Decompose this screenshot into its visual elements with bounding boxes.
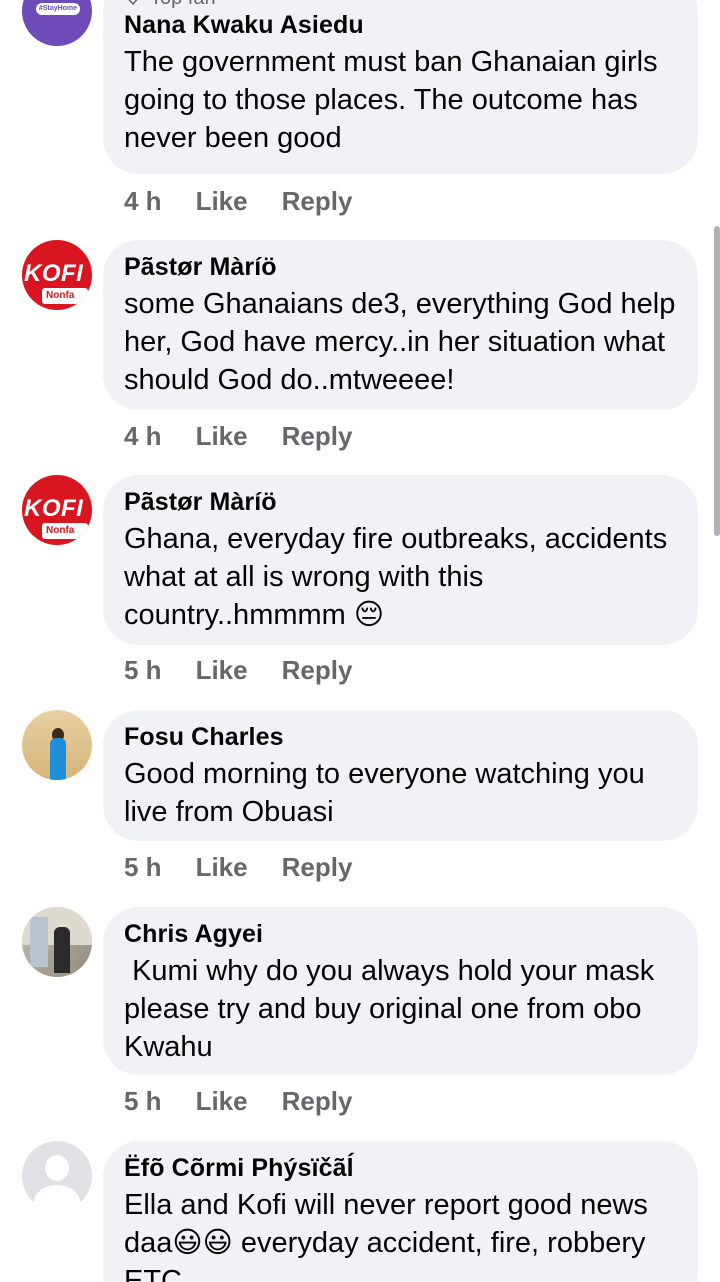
- avatar-tag: #StayHome: [36, 3, 80, 15]
- reply-button[interactable]: Reply: [282, 655, 353, 686]
- default-avatar-head: [45, 1155, 69, 1181]
- reply-button[interactable]: Reply: [282, 1086, 353, 1117]
- comment-time[interactable]: 5 h: [124, 852, 162, 883]
- like-button[interactable]: Like: [196, 655, 248, 686]
- comment-time[interactable]: 5 h: [124, 655, 162, 686]
- comment-text: Good morning to everyone watching you li…: [124, 758, 645, 828]
- avatar[interactable]: [22, 710, 92, 780]
- comment-author[interactable]: Pãstør Màríö: [124, 487, 678, 517]
- default-avatar-body: [34, 1185, 80, 1211]
- comment-actions: 4 h Like Reply: [124, 186, 352, 217]
- comments-feed: #StayHome Top fan Nana Kwaku Asiedu The …: [0, 0, 720, 1282]
- avatar-logo-text: KOFI: [24, 495, 84, 522]
- comment-time[interactable]: 4 h: [124, 421, 162, 452]
- avatar[interactable]: [22, 907, 92, 977]
- top-fan-badge: Top fan: [124, 0, 678, 8]
- avatar-photo-person: [54, 927, 70, 973]
- comment-bubble[interactable]: Top fan Nana Kwaku Asiedu The government…: [103, 0, 698, 174]
- comment-text: some Ghanaians de3, everything God help …: [124, 288, 676, 396]
- comment-bubble[interactable]: Pãstør Màríö some Ghanaians de3, everyth…: [103, 240, 698, 410]
- comment-bubble[interactable]: Pãstør Màríö Ghana, everyday fire outbre…: [103, 475, 698, 645]
- avatar-photo-body: [50, 738, 66, 780]
- avatar-logo-text: KOFI: [24, 260, 84, 287]
- like-button[interactable]: Like: [196, 1086, 248, 1117]
- comment-actions: 5 h Like Reply: [124, 852, 352, 883]
- avatar[interactable]: KOFI Nonfa: [22, 240, 92, 310]
- like-button[interactable]: Like: [196, 421, 248, 452]
- like-button[interactable]: Like: [196, 852, 248, 883]
- like-button[interactable]: Like: [196, 186, 248, 217]
- comment-author[interactable]: Nana Kwaku Asiedu: [124, 10, 678, 40]
- badge-label: Top fan: [150, 0, 216, 8]
- comment-time[interactable]: 5 h: [124, 1086, 162, 1117]
- avatar[interactable]: KOFI Nonfa: [22, 475, 92, 545]
- avatar[interactable]: [22, 1141, 92, 1211]
- avatar-photo-door: [30, 917, 48, 967]
- avatar-logo-sub: Nonfa: [42, 288, 88, 304]
- comment-text: Ghana, everyday fire outbreaks, accident…: [124, 523, 668, 631]
- comment-text: Kumi why do you always hold your mask pl…: [124, 955, 663, 1063]
- comment-author[interactable]: Ëfõ Cõrmi Phýsïčãĺ: [124, 1153, 678, 1183]
- reply-button[interactable]: Reply: [282, 852, 353, 883]
- comment-actions: 5 h Like Reply: [124, 655, 352, 686]
- reply-button[interactable]: Reply: [282, 186, 353, 217]
- comment-bubble[interactable]: Ëfõ Cõrmi Phýsïčãĺ Ella and Kofi will ne…: [103, 1141, 698, 1282]
- comment-author[interactable]: Fosu Charles: [124, 722, 678, 752]
- comment-bubble[interactable]: Fosu Charles Good morning to everyone wa…: [103, 710, 698, 841]
- avatar[interactable]: #StayHome: [22, 0, 92, 46]
- scrollbar[interactable]: [714, 226, 720, 536]
- comment-bubble[interactable]: Chris Agyei Kumi why do you always hold …: [103, 907, 698, 1075]
- comment-author[interactable]: Chris Agyei: [124, 919, 678, 949]
- comment-time[interactable]: 4 h: [124, 186, 162, 217]
- comment-actions: 5 h Like Reply: [124, 1086, 352, 1117]
- comment-author[interactable]: Pãstør Màríö: [124, 252, 678, 282]
- avatar-logo-sub: Nonfa: [42, 523, 88, 539]
- diamond-icon: [128, 0, 138, 5]
- comment-actions: 4 h Like Reply: [124, 421, 352, 452]
- comment-text: The government must ban Ghanaian girls g…: [124, 46, 658, 154]
- reply-button[interactable]: Reply: [282, 421, 353, 452]
- comment-text: Ella and Kofi will never report good new…: [124, 1189, 648, 1282]
